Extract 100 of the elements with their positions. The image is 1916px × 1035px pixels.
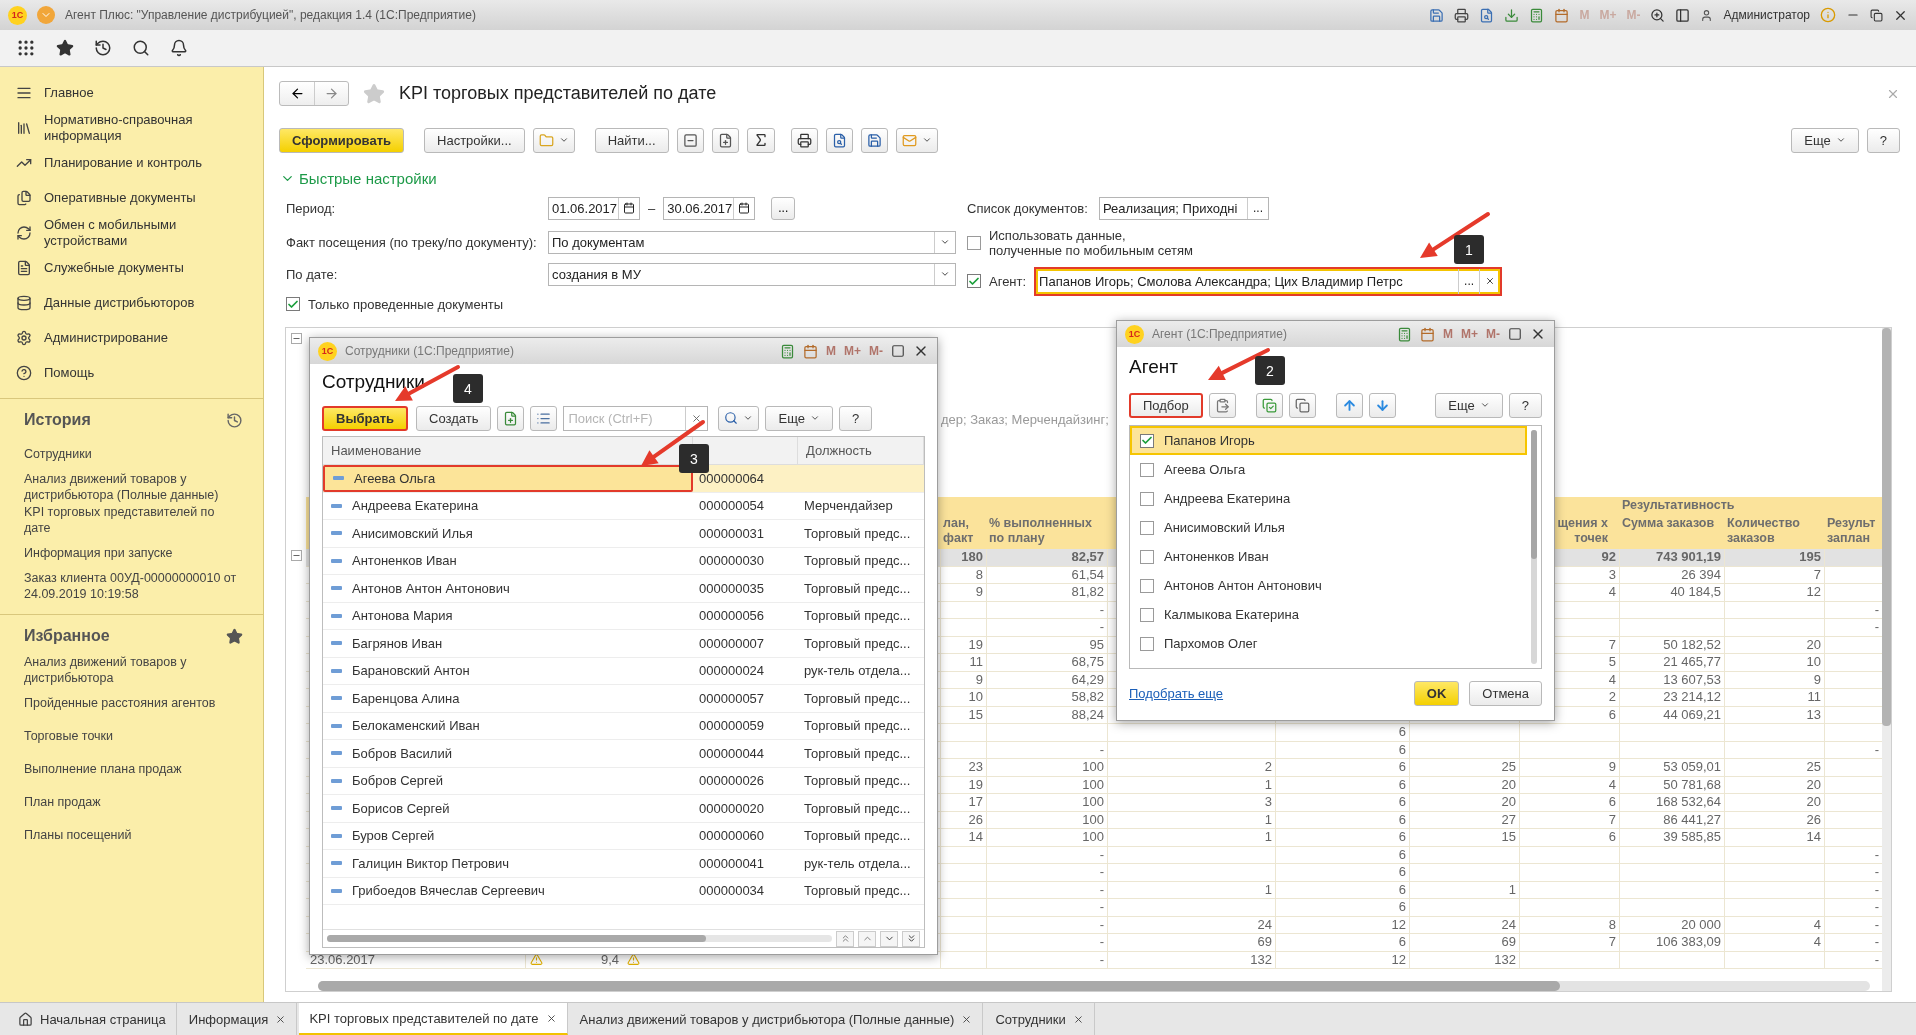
table-cell[interactable]: Борисов Сергей <box>323 795 693 822</box>
close-icon[interactable] <box>275 1013 287 1025</box>
move-down-button[interactable] <box>1368 392 1396 418</box>
star-icon[interactable] <box>363 82 385 105</box>
checkbox[interactable] <box>1140 520 1154 535</box>
agent-field[interactable]: Папанов Игорь; Смолова Александра; Цих Владимир Петрс ... <box>1034 266 1503 296</box>
calculator-icon[interactable] <box>1397 326 1412 342</box>
close-icon[interactable] <box>961 1013 973 1025</box>
pick-more-link[interactable]: Подобрать еще <box>1129 686 1224 701</box>
checkbox[interactable] <box>1140 462 1154 477</box>
checkbox[interactable] <box>1140 607 1154 622</box>
copy-button[interactable] <box>497 405 525 431</box>
collapse-button[interactable] <box>676 127 704 153</box>
tab[interactable]: Сотрудники <box>985 1003 1095 1035</box>
checkbox[interactable] <box>286 297 300 311</box>
restore-icon[interactable] <box>1870 8 1883 22</box>
ok-button[interactable]: OK <box>1413 681 1460 706</box>
help-button[interactable]: ? <box>1508 392 1542 418</box>
last-button[interactable] <box>902 930 920 947</box>
sidebar-item[interactable]: Помощь <box>44 364 95 381</box>
table-cell[interactable]: Грибоедов Вячеслав Сергеевич <box>323 877 693 904</box>
favorite-item[interactable]: Планы посещений <box>0 818 263 851</box>
paste-button[interactable] <box>1208 392 1236 418</box>
sidebar-item[interactable]: Служебные документы <box>44 259 184 276</box>
table-cell[interactable]: Баренцова Алина <box>323 685 693 712</box>
close-icon[interactable] <box>545 1012 557 1024</box>
history-item[interactable]: Заказ клиента 00УД-00000000010 от 24.09.2019 10:19:58 <box>0 569 263 602</box>
list-item[interactable]: Анисимовский Илья <box>1130 513 1527 542</box>
dropdown-field[interactable]: По документам <box>548 230 956 254</box>
help-button[interactable]: ? <box>838 405 873 431</box>
list-button[interactable] <box>530 405 558 431</box>
mail-button[interactable] <box>895 127 938 153</box>
list-item[interactable]: Калмыкова Екатерина <box>1130 600 1527 629</box>
history-item[interactable]: Сотрудники <box>0 437 263 470</box>
table-cell[interactable]: Буров Сергей <box>323 822 693 849</box>
table-cell[interactable]: Бобров Василий <box>323 740 693 767</box>
table-cell[interactable]: Антонов Антон Антонович <box>323 575 693 602</box>
list-item[interactable]: Андреева Екатерина <box>1130 484 1527 513</box>
expand-button[interactable] <box>711 127 739 153</box>
pick-button[interactable]: Подбор <box>1129 392 1203 418</box>
checkbox[interactable] <box>967 236 981 250</box>
column-header[interactable]: Наименование <box>331 443 422 458</box>
more-button[interactable]: Еще <box>765 405 833 431</box>
help-button[interactable]: ? <box>1866 127 1900 153</box>
favorite-item[interactable]: Торговые точки <box>0 719 263 752</box>
date-field[interactable]: 30.06.2017 <box>663 196 756 220</box>
close-icon[interactable] <box>1072 1013 1084 1025</box>
history-item[interactable]: Информация при запуске <box>0 536 263 569</box>
table-cell[interactable]: Анисимовский Илья <box>323 520 693 547</box>
favorite-item[interactable]: Пройденные расстояния агентов <box>0 686 263 719</box>
tab[interactable]: Анализ движений товаров у дистрибьютора (Полные данные) <box>569 1003 984 1035</box>
column-header[interactable]: Должность <box>806 443 872 458</box>
sidebar-item[interactable]: Оперативные документы <box>44 189 196 206</box>
uncheck-all-button[interactable] <box>1288 392 1316 418</box>
sidebar-item[interactable]: Администрирование <box>44 329 168 346</box>
table-cell[interactable]: Галицин Виктор Петрович <box>323 850 693 877</box>
checkbox[interactable] <box>1140 549 1154 564</box>
preview-button[interactable] <box>825 127 853 153</box>
panel-icon[interactable] <box>1675 7 1691 23</box>
sidebar-item[interactable]: Главное <box>44 84 94 101</box>
sidebar-item[interactable]: Обмен с мобильными устройствами <box>44 216 249 249</box>
star-icon[interactable] <box>56 39 74 57</box>
sidebar-item[interactable]: Планирование и контроль <box>44 154 202 171</box>
history-item[interactable]: Анализ движений товаров у дистрибьютора (Полные данные) <box>0 470 263 503</box>
list-item[interactable]: Антоненков Иван <box>1130 542 1527 571</box>
generate-button[interactable]: Сформировать <box>279 127 405 153</box>
table-cell[interactable]: Андреева Екатерина <box>323 492 693 519</box>
check-all-button[interactable] <box>1255 392 1283 418</box>
dropdown-field[interactable]: создания в МУ <box>548 262 956 286</box>
checkbox[interactable] <box>967 274 981 288</box>
find-button[interactable]: Найти... <box>594 127 669 153</box>
list-item[interactable]: Папанов Игорь <box>1130 426 1527 455</box>
tab[interactable]: KPI торговых представителей по дате <box>299 1003 568 1035</box>
history-icon[interactable] <box>94 39 112 57</box>
search-button[interactable] <box>718 405 760 431</box>
table-cell[interactable]: Антонова Мария <box>323 602 693 629</box>
maximize-icon[interactable] <box>1508 327 1522 341</box>
preview-icon[interactable] <box>1479 7 1495 23</box>
search-icon[interactable] <box>132 39 150 57</box>
sidebar-item[interactable]: Нормативно-справочная информация <box>44 111 249 144</box>
calculator-icon[interactable] <box>1529 7 1545 23</box>
search-box[interactable]: Поиск (Ctrl+F) <box>563 405 709 431</box>
print-icon[interactable] <box>1454 7 1470 23</box>
more-button[interactable]: Еще <box>1791 127 1859 153</box>
more-button[interactable]: Еще <box>1435 392 1503 418</box>
apps-icon[interactable] <box>16 38 36 58</box>
collapse-icon[interactable] <box>290 333 302 344</box>
period-button[interactable]: ... <box>771 196 796 220</box>
calendar-icon[interactable] <box>1420 326 1435 342</box>
zoom-icon[interactable] <box>1650 7 1666 23</box>
move-up-button[interactable] <box>1335 392 1363 418</box>
table-cell[interactable]: Багрянов Иван <box>323 630 693 657</box>
maximize-icon[interactable] <box>891 344 905 358</box>
quick-settings-toggle[interactable]: Быстрые настройки <box>280 170 437 187</box>
select-button[interactable]: ... <box>1458 268 1480 294</box>
cancel-button[interactable]: Отмена <box>1469 681 1542 706</box>
create-button[interactable]: Создать <box>416 405 492 431</box>
save-button[interactable] <box>860 127 888 153</box>
document-list-field[interactable]: Реализация; Приходні ... <box>1099 196 1269 220</box>
print-button[interactable] <box>790 127 818 153</box>
